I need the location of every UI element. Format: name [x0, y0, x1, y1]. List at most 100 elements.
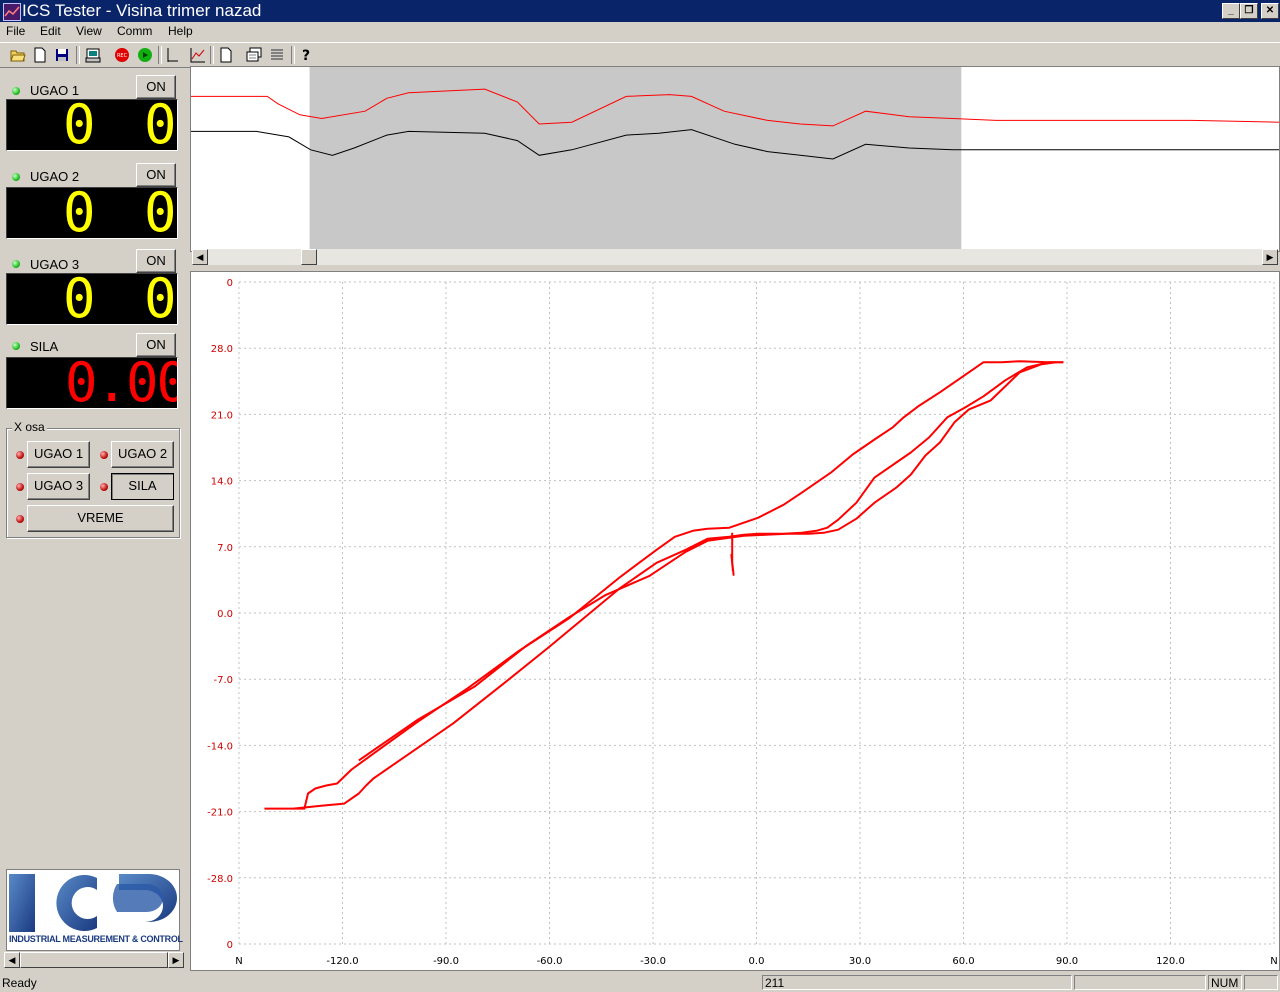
x-tick-label: 30.0 [849, 956, 871, 967]
xy-series-2 [293, 361, 1064, 810]
status-pane-extra [1244, 975, 1278, 990]
graph-icon[interactable] [189, 46, 207, 64]
open-icon[interactable] [9, 46, 27, 64]
status-bar: Ready 211 NUM [0, 974, 1280, 992]
y-tick-label: 21.0 [211, 410, 233, 421]
xy-chart-svg: N -120.0 -90.0 -60.0 -30.0 0.0 30.0 60.0 90.0 120… [207, 278, 1278, 967]
overview-chart-svg [191, 67, 1279, 249]
y-tick-label: 0.0 [217, 609, 233, 620]
x-tick-label: N [235, 956, 242, 967]
xy-series-3 [358, 361, 1057, 762]
x-tick-label: -90.0 [433, 956, 459, 967]
minimize-button[interactable]: _ [1222, 3, 1240, 19]
channel-2-label: UGAO 2 [30, 169, 80, 184]
overview-scrollbar[interactable]: ◀ ▶ [192, 249, 1278, 265]
x-axis-ugao1-button[interactable]: UGAO 1 [27, 441, 90, 468]
window-title: ICS Tester - Visina trimer nazad [22, 1, 262, 20]
menu-bar: File Edit View Comm Help [0, 22, 1280, 41]
channel-2-digit-1: 0 [63, 187, 96, 239]
x-axis-ugao2-button[interactable]: UGAO 2 [111, 441, 174, 468]
x-axis-ugao3-button[interactable]: UGAO 3 [27, 473, 90, 500]
scroll-right-arrow-icon[interactable]: ▶ [168, 952, 184, 968]
play-icon[interactable] [136, 46, 154, 64]
status-value: 211 [765, 976, 785, 990]
overview-scroll-right-icon[interactable]: ▶ [1262, 249, 1278, 265]
x-sila-led [100, 483, 108, 491]
y-tick-label: 14.0 [211, 477, 233, 488]
x-axis-sila-button[interactable]: SILA [111, 473, 174, 500]
help-icon[interactable]: ? [297, 46, 315, 64]
restore-button[interactable]: ❐ [1240, 3, 1258, 19]
close-button[interactable]: ✕ [1261, 3, 1279, 19]
channel-3-digit-2: 0 [144, 273, 177, 325]
x-tick-label: 90.0 [1056, 956, 1078, 967]
y-tick-label: -21.0 [207, 808, 233, 819]
channel-1-on-button[interactable]: ON [136, 75, 176, 99]
x-ugao2-led [100, 451, 108, 459]
channel-2-on-button[interactable]: ON [136, 163, 176, 187]
overview-selection [309, 67, 962, 249]
xy-chart[interactable]: N -120.0 -90.0 -60.0 -30.0 0.0 30.0 60.0 90.0 120… [190, 271, 1280, 971]
logo-text: INDUSTRIAL MEASUREMENT & CONTROL [9, 934, 183, 944]
x-ugao1-led [16, 451, 24, 459]
marker-icon[interactable] [163, 46, 181, 64]
channel-3-led [12, 260, 20, 268]
save-icon[interactable] [53, 46, 71, 64]
x-axis-vreme-button[interactable]: VREME [27, 505, 174, 532]
channel-1-led [12, 87, 20, 95]
x-axis-group-title: X osa [12, 420, 47, 434]
overview-scroll-thumb[interactable] [301, 249, 318, 265]
sila-led [12, 342, 20, 350]
y-tick-label: 7.0 [217, 543, 233, 554]
channel-1-display: 0 0 [6, 99, 178, 151]
svg-text:?: ? [302, 48, 310, 63]
channel-2-digit-2: 0 [144, 187, 177, 239]
x-tick-label: -120.0 [326, 956, 358, 967]
sila-value: 0.00 [65, 357, 178, 409]
app-icon [3, 3, 21, 21]
menu-help[interactable]: Help [168, 24, 193, 38]
y-tick-label: -28.0 [207, 874, 233, 885]
menu-comm[interactable]: Comm [117, 24, 152, 38]
channel-2-display: 0 0 [6, 187, 178, 239]
xy-series-1 [264, 360, 1064, 810]
toolbar: REC ? [0, 42, 1280, 68]
page-icon[interactable] [217, 46, 235, 64]
left-panel-scroll-thumb[interactable] [20, 952, 168, 968]
sila-display: 0.00 [6, 357, 178, 409]
sila-on-button[interactable]: ON [136, 333, 176, 357]
x-tick-label: -30.0 [640, 956, 666, 967]
ics-logo: INDUSTRIAL MEASUREMENT & CONTROL [6, 869, 183, 951]
menu-file[interactable]: File [6, 24, 25, 38]
record-icon[interactable]: REC [113, 46, 131, 64]
status-pane-num: NUM [1208, 975, 1242, 990]
channel-1-label: UGAO 1 [30, 83, 80, 98]
new-icon[interactable] [31, 46, 49, 64]
x-vreme-led [16, 515, 24, 523]
channel-1-digit-1: 0 [63, 99, 96, 151]
scroll-left-arrow-icon[interactable]: ◀ [4, 952, 20, 968]
overview-scroll-left-icon[interactable]: ◀ [192, 249, 208, 265]
display-icon[interactable] [245, 46, 263, 64]
channel-1-digit-2: 0 [144, 99, 177, 151]
channel-3-digit-1: 0 [63, 273, 96, 325]
left-panel: UGAO 1 ON 0 0 UGAO 2 ON 0 0 UGAO 3 ON 0 … [0, 66, 188, 970]
x-ugao3-led [16, 483, 24, 491]
y-tick-label: 0 [227, 940, 233, 951]
menu-edit[interactable]: Edit [40, 24, 61, 38]
print-icon[interactable] [84, 46, 102, 64]
channel-3-on-button[interactable]: ON [136, 249, 176, 273]
status-text: Ready [2, 976, 37, 990]
status-num: NUM [1211, 976, 1239, 990]
overview-chart[interactable] [190, 66, 1280, 252]
status-pane-empty [1074, 975, 1206, 990]
x-tick-label: 0.0 [749, 956, 765, 967]
sila-label: SILA [30, 339, 59, 354]
left-panel-scrollbar[interactable]: ◀ ▶ [4, 952, 184, 968]
menu-view[interactable]: View [76, 24, 102, 38]
y-tick-label: -14.0 [207, 741, 233, 752]
y-tick-label: -7.0 [213, 675, 233, 686]
list-icon[interactable] [268, 46, 286, 64]
channel-2-led [12, 173, 20, 181]
x-tick-label: N [1270, 956, 1277, 967]
